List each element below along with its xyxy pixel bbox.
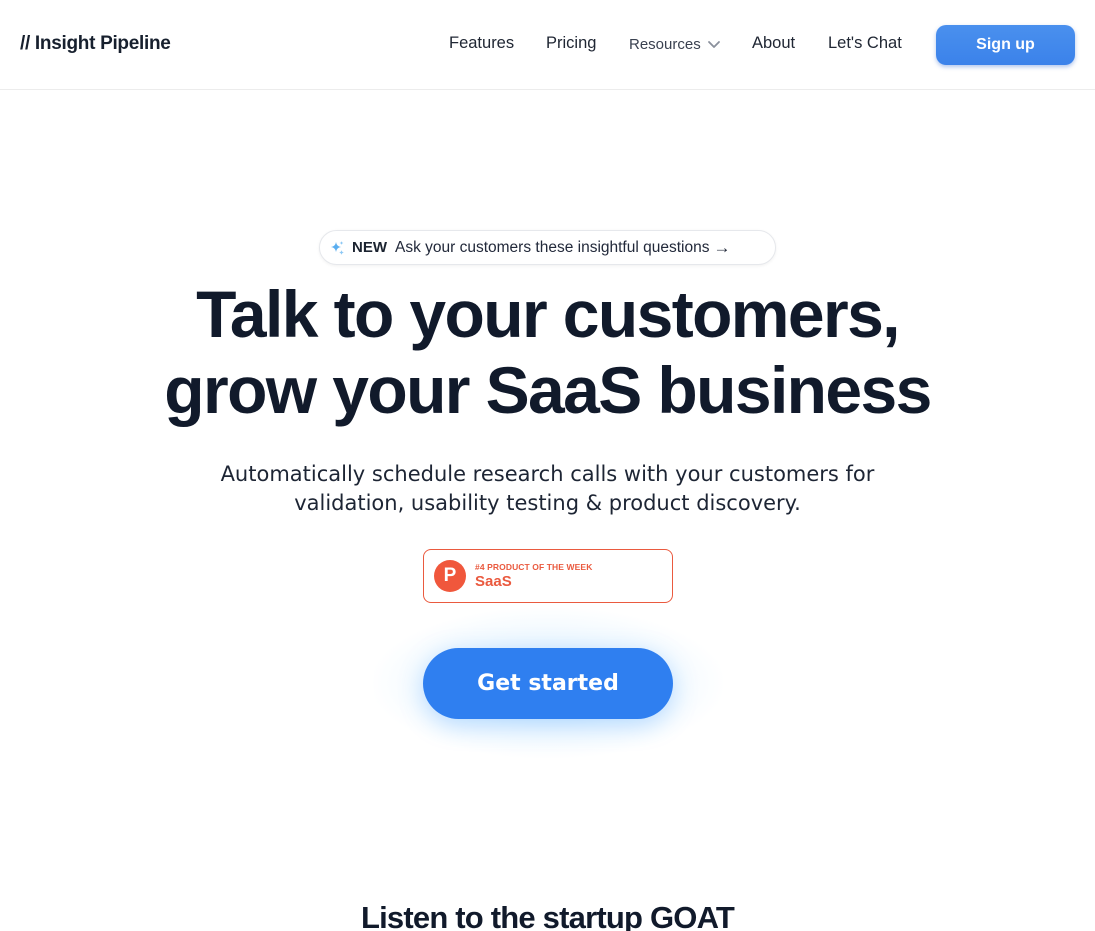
- nav-features-link[interactable]: Features: [449, 34, 514, 53]
- main-nav: Features Pricing Resources About Let's C…: [0, 0, 1095, 90]
- arrow-right-icon: →: [713, 237, 731, 257]
- product-hunt-logo-letter: P: [443, 565, 457, 586]
- hero-headline-line-1: Talk to your customers,: [196, 277, 900, 351]
- section-title: Listen to the startup GOAT: [360, 900, 735, 931]
- badge-rank: #4 PRODUCT OF THE WEEK: [475, 562, 593, 572]
- landing-page: // Insight Pipeline Features Pricing Res…: [0, 0, 1095, 931]
- nav-chat-link[interactable]: Let's Chat: [828, 34, 902, 53]
- product-hunt-badge[interactable]: P #4 PRODUCT OF THE WEEK SaaS: [423, 549, 673, 603]
- get-started-button[interactable]: Get started: [423, 648, 673, 719]
- hero-subtitle-line-1: Automatically schedule research calls wi…: [220, 462, 875, 486]
- announcement-tag: NEW: [352, 239, 387, 256]
- badge-category: SaaS: [475, 573, 512, 590]
- nav-resources-label: Resources: [629, 36, 701, 53]
- announcement-text: Ask your customers these insightful ques…: [395, 238, 710, 256]
- nav-about-link[interactable]: About: [752, 34, 795, 53]
- chevron-down-icon: [707, 40, 720, 48]
- hero-subtitle: Automatically schedule research calls wi…: [0, 460, 1095, 518]
- product-hunt-logo-icon: P: [434, 560, 466, 592]
- hero-headline: Talk to your customers, grow your SaaS b…: [0, 276, 1095, 428]
- hero-headline-line-2: grow your SaaS business: [164, 353, 932, 427]
- badge-text: #4 PRODUCT OF THE WEEK SaaS: [475, 562, 592, 590]
- announcement-pill[interactable]: NEW Ask your customers these insightful …: [319, 230, 776, 265]
- sign-up-button[interactable]: Sign up: [936, 25, 1075, 65]
- nav-pricing-link[interactable]: Pricing: [546, 34, 596, 53]
- site-header: // Insight Pipeline Features Pricing Res…: [0, 0, 1095, 90]
- hero-subtitle-line-2: validation, usability testing & product …: [294, 491, 801, 515]
- sparkle-icon: [331, 240, 344, 255]
- nav-resources-dropdown[interactable]: Resources: [629, 36, 721, 53]
